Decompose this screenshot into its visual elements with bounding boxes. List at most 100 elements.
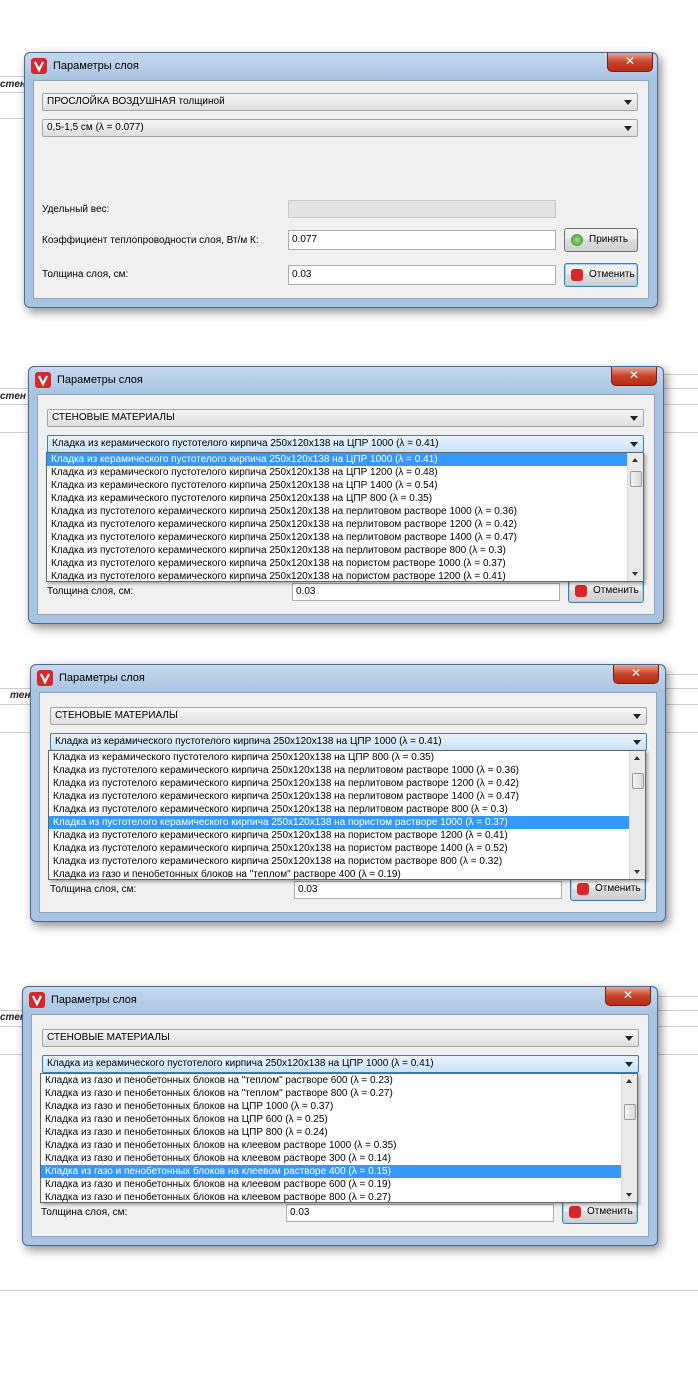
thickness-field[interactable]: 0.03: [294, 881, 562, 899]
scroll-up-icon[interactable]: [626, 1079, 632, 1083]
weight-label: Удельный вес:: [42, 204, 110, 215]
app-logo-icon: [35, 372, 51, 388]
dropdown-option[interactable]: Кладка из пустотелого керамического кирп…: [49, 829, 629, 842]
cancel-icon: [571, 269, 583, 281]
conductivity-field[interactable]: 0.077: [288, 230, 556, 250]
dropdown-option[interactable]: Кладка из пустотелого керамического кирп…: [47, 518, 627, 531]
dropdown-option[interactable]: Кладка из газо и пенобетонных блоков на …: [41, 1113, 621, 1126]
bg-fragment-text: стен: [0, 391, 26, 402]
category-select[interactable]: СТЕНОВЫЕ МАТЕРИАЛЫ: [42, 1029, 639, 1047]
bg-divider: [657, 1054, 698, 1055]
dropdown-option[interactable]: Кладка из керамического пустотелого кирп…: [49, 751, 629, 764]
close-button[interactable]: ✕: [605, 987, 651, 1006]
scroll-up-icon[interactable]: [632, 458, 638, 462]
dropdown-option[interactable]: Кладка из пустотелого керамического кирп…: [47, 557, 627, 570]
bg-divider: [663, 432, 698, 433]
material-select[interactable]: 0,5-1,5 см (λ = 0.077): [42, 119, 638, 137]
dropdown-option[interactable]: Кладка из газо и пенобетонных блоков на …: [49, 868, 629, 879]
material-select[interactable]: Кладка из керамического пустотелого кирп…: [47, 435, 644, 453]
category-select[interactable]: СТЕНОВЫЕ МАТЕРИАЛЫ: [50, 707, 647, 725]
close-button[interactable]: ✕: [607, 53, 653, 72]
cancel-button[interactable]: Отменить: [564, 263, 638, 287]
dropdown-option[interactable]: Кладка из керамического пустотелого кирп…: [47, 466, 627, 479]
dropdown-option[interactable]: Кладка из газо и пенобетонных блоков на …: [41, 1087, 621, 1100]
dropdown-option[interactable]: Кладка из керамического пустотелого кирп…: [47, 479, 627, 492]
thickness-field[interactable]: 0.03: [288, 265, 556, 285]
material-select-value: Кладка из керамического пустотелого кирп…: [52, 438, 439, 449]
cancel-button[interactable]: Отменить: [562, 1200, 638, 1224]
scrollbar-thumb[interactable]: [630, 471, 642, 487]
dropdown-option[interactable]: Кладка из пустотелого керамического кирп…: [49, 842, 629, 855]
chevron-down-icon: [633, 740, 641, 745]
bg-divider: [663, 388, 698, 389]
bg-divider: [0, 1290, 698, 1291]
scroll-down-icon[interactable]: [626, 1193, 632, 1197]
material-select[interactable]: Кладка из керамического пустотелого кирп…: [50, 733, 647, 751]
close-button[interactable]: ✕: [613, 665, 659, 684]
dropdown-scrollbar[interactable]: [621, 1074, 637, 1202]
cancel-icon: [575, 585, 587, 597]
dropdown-option[interactable]: Кладка из пустотелого керамического кирп…: [47, 531, 627, 544]
dropdown-scrollbar[interactable]: [629, 751, 645, 879]
dropdown-scrollbar[interactable]: [627, 453, 643, 581]
dropdown-option[interactable]: Кладка из пустотелого керамического кирп…: [49, 816, 629, 829]
bg-divider: [0, 688, 30, 689]
cancel-button[interactable]: Отменить: [570, 877, 646, 901]
material-dropdown-list[interactable]: Кладка из газо и пенобетонных блоков на …: [40, 1073, 638, 1203]
thickness-label: Толщина слоя, см:: [41, 1207, 128, 1218]
dropdown-option[interactable]: Кладка из пустотелого керамического кирп…: [47, 570, 627, 581]
close-button[interactable]: ✕: [611, 367, 657, 386]
app-logo-icon: [37, 670, 53, 686]
thickness-field[interactable]: 0.03: [286, 1204, 554, 1222]
material-select[interactable]: Кладка из керамического пустотелого кирп…: [42, 1055, 639, 1073]
dropdown-option[interactable]: Кладка из керамического пустотелого кирп…: [47, 453, 627, 466]
dropdown-option[interactable]: Кладка из газо и пенобетонных блоков на …: [41, 1165, 621, 1178]
close-icon: ✕: [622, 988, 634, 1002]
app-logo-icon: [31, 58, 47, 74]
cancel-button[interactable]: Отменить: [568, 579, 644, 603]
material-dropdown-list[interactable]: Кладка из керамического пустотелого кирп…: [48, 750, 646, 880]
title-bar[interactable]: Параметры слоя ✕: [31, 665, 665, 691]
dropdown-option[interactable]: Кладка из газо и пенобетонных блоков на …: [41, 1152, 621, 1165]
bg-divider: [0, 92, 24, 93]
scrollbar-thumb[interactable]: [624, 1104, 636, 1120]
scroll-down-icon[interactable]: [634, 870, 640, 874]
bg-divider: [663, 374, 698, 375]
title-bar[interactable]: Параметры слоя ✕: [25, 53, 657, 79]
material-dropdown-list[interactable]: Кладка из керамического пустотелого кирп…: [46, 452, 644, 582]
dropdown-option[interactable]: Кладка из пустотелого керамического кирп…: [49, 764, 629, 777]
dropdown-option[interactable]: Кладка из керамического пустотелого кирп…: [47, 492, 627, 505]
bg-divider: [0, 118, 24, 119]
dropdown-option[interactable]: Кладка из газо и пенобетонных блоков на …: [41, 1191, 621, 1202]
dropdown-option[interactable]: Кладка из пустотелого керамического кирп…: [47, 505, 627, 518]
thickness-label: Толщина слоя, см:: [50, 884, 137, 895]
dropdown-option[interactable]: Кладка из газо и пенобетонных блоков на …: [41, 1178, 621, 1191]
bg-divider: [657, 1010, 698, 1011]
scroll-down-icon[interactable]: [632, 572, 638, 576]
bg-divider: [665, 704, 698, 705]
dropdown-option[interactable]: Кладка из пустотелого керамического кирп…: [49, 790, 629, 803]
dropdown-option[interactable]: Кладка из газо и пенобетонных блоков на …: [41, 1100, 621, 1113]
dropdown-option[interactable]: Кладка из пустотелого керамического кирп…: [49, 855, 629, 868]
dropdown-option[interactable]: Кладка из пустотелого керамического кирп…: [49, 803, 629, 816]
title-bar[interactable]: Параметры слоя ✕: [23, 987, 657, 1013]
accept-button[interactable]: Принять: [564, 228, 638, 252]
window-title: Параметры слоя: [57, 374, 143, 386]
scroll-up-icon[interactable]: [634, 756, 640, 760]
dropdown-option[interactable]: Кладка из газо и пенобетонных блоков на …: [41, 1139, 621, 1152]
dropdown-option[interactable]: Кладка из пустотелого керамического кирп…: [49, 777, 629, 790]
bg-divider: [665, 674, 698, 675]
category-select-value: СТЕНОВЫЕ МАТЕРИАЛЫ: [55, 710, 178, 721]
scrollbar-thumb[interactable]: [632, 773, 644, 789]
category-select-value: СТЕНОВЫЕ МАТЕРИАЛЫ: [52, 412, 175, 423]
bg-divider: [0, 76, 24, 77]
material-select-value: 0,5-1,5 см (λ = 0.077): [47, 122, 144, 133]
category-select[interactable]: ПРОСЛОЙКА ВОЗДУШНАЯ толщиной: [42, 93, 638, 111]
category-select[interactable]: СТЕНОВЫЕ МАТЕРИАЛЫ: [47, 409, 644, 427]
thickness-field[interactable]: 0.03: [292, 583, 560, 601]
title-bar[interactable]: Параметры слоя ✕: [29, 367, 663, 393]
dropdown-option[interactable]: Кладка из газо и пенобетонных блоков на …: [41, 1126, 621, 1139]
window-title: Параметры слоя: [59, 672, 145, 684]
dropdown-option[interactable]: Кладка из пустотелого керамического кирп…: [47, 544, 627, 557]
dropdown-option[interactable]: Кладка из газо и пенобетонных блоков на …: [41, 1074, 621, 1087]
